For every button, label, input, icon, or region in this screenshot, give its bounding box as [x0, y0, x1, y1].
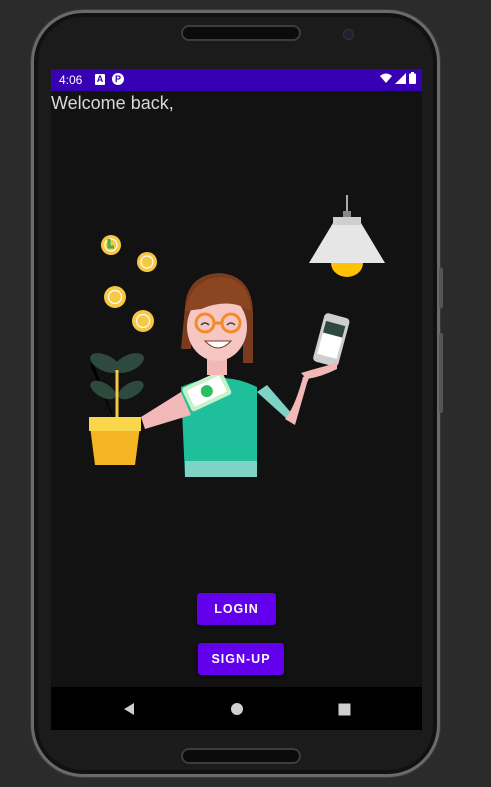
volume-button[interactable] [439, 268, 443, 308]
coin-icon [101, 235, 157, 332]
battery-icon [409, 72, 416, 84]
power-button[interactable] [439, 333, 443, 413]
welcome-text: Welcome back, [51, 93, 174, 113]
signup-button[interactable]: SIGN-UP [198, 643, 284, 675]
top-speaker [181, 25, 301, 41]
wifi-icon [380, 73, 392, 83]
home-icon[interactable] [227, 699, 247, 719]
finance-illustration [89, 195, 385, 477]
notification-a-icon: A [95, 74, 105, 85]
recents-icon[interactable] [334, 699, 354, 719]
navigation-bar [51, 687, 422, 730]
app-screen: 4:06 A P Welcome back, LOGIN SIGN-UP [51, 69, 422, 730]
bottom-speaker [181, 748, 301, 764]
signal-icon [395, 72, 406, 84]
status-bar: 4:06 A P [51, 69, 422, 91]
notification-p-icon: P [112, 73, 124, 85]
login-button[interactable]: LOGIN [197, 593, 276, 625]
status-time: 4:06 [59, 73, 83, 87]
back-icon[interactable] [119, 699, 139, 719]
front-camera [343, 29, 354, 40]
